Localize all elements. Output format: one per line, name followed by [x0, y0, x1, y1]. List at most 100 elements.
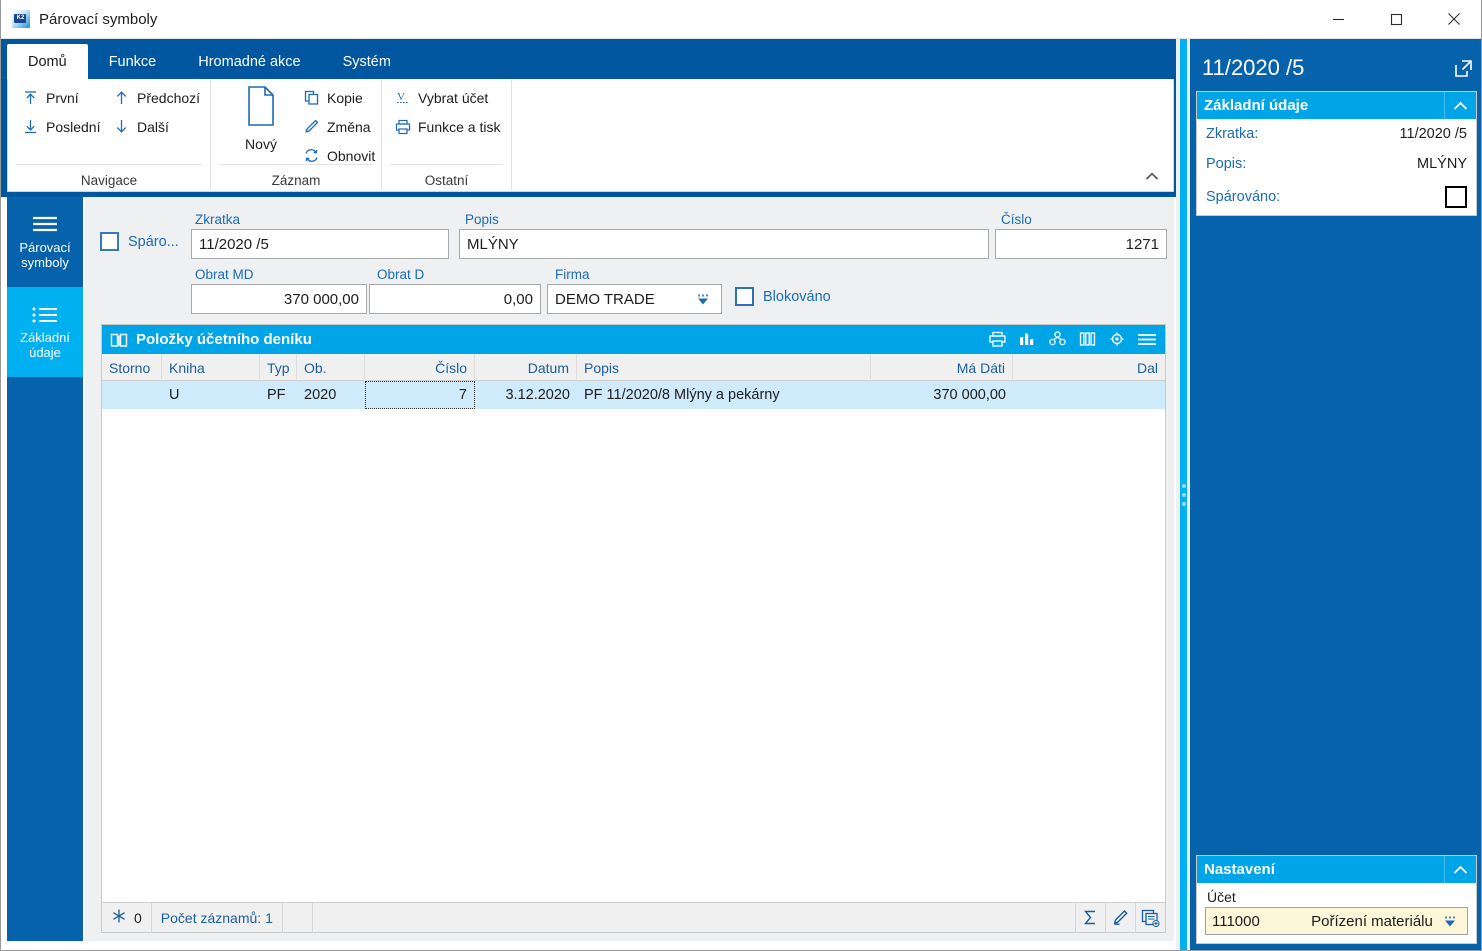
chevron-up-icon[interactable] — [1444, 856, 1476, 883]
detail-panel-title: 11/2020 /5 — [1202, 55, 1305, 80]
matched-checkbox-group[interactable]: Spáro... — [100, 232, 179, 251]
sparovano-checkbox[interactable] — [1445, 186, 1467, 208]
menu-lines-icon[interactable] — [1135, 329, 1159, 351]
column-header-typ[interactable]: Typ — [260, 354, 297, 381]
command-dalsi[interactable]: Další — [113, 118, 169, 135]
cell-ob: 2020 — [304, 387, 337, 403]
input-popis[interactable]: MLÝNY — [459, 229, 989, 259]
app-icon — [12, 10, 30, 28]
list-lines-icon — [30, 214, 60, 236]
input-zkratka[interactable]: 11/2020 /5 — [191, 229, 449, 259]
input-ucet[interactable]: 111000 Pořízení materiálu — [1205, 907, 1468, 935]
open-external-icon[interactable] — [1454, 59, 1473, 78]
group-label-zaznam: Záznam — [271, 173, 321, 188]
input-cislo[interactable]: 1271 — [995, 229, 1167, 259]
card-header[interactable]: Základní údaje — [1197, 92, 1476, 119]
lookup-arrow-icon[interactable] — [1444, 915, 1461, 928]
blocked-label: Blokováno — [763, 288, 831, 305]
grid-header-row: Storno Kniha Typ Ob. Číslo Datum Popis M… — [102, 354, 1165, 381]
command-funkce-a-tisk[interactable]: Funkce a tisk — [394, 118, 500, 135]
ribbon-tabs: Domů Funkce Hromadné akce Systém — [7, 44, 412, 79]
command-novy[interactable]: Nový — [225, 85, 297, 152]
ribbon-group-ostatni: V Vybrat účet Funkce a tisk Ostatní — [382, 79, 512, 190]
card-header[interactable]: Nastavení — [1197, 856, 1476, 883]
record-count: Počet záznamů: 1 — [152, 902, 283, 933]
tab-domu[interactable]: Domů — [7, 44, 88, 79]
column-header-cislo[interactable]: Číslo — [365, 354, 475, 381]
command-label: Předchozí — [137, 89, 201, 106]
pencil-icon — [303, 118, 320, 135]
grid-empty-area — [102, 410, 1165, 902]
snowflake-icon — [111, 908, 127, 927]
sidebar-item-label: Párovací symboly — [19, 240, 71, 270]
column-header-kniha[interactable]: Kniha — [162, 354, 260, 381]
blocked-checkbox-group[interactable]: Blokováno — [735, 287, 831, 306]
lookup-arrow-icon[interactable] — [697, 293, 714, 306]
snowflake-status[interactable]: 0 — [102, 902, 152, 933]
tab-hromadne-akce[interactable]: Hromadné akce — [177, 44, 321, 79]
columns-icon[interactable] — [1075, 329, 1099, 351]
settings-gear-icon[interactable] — [1105, 329, 1129, 351]
group-separator — [219, 164, 373, 165]
tab-funkce[interactable]: Funkce — [88, 44, 178, 79]
cell-cislo[interactable]: 7 — [365, 381, 475, 409]
command-vybrat-ucet[interactable]: V Vybrat účet — [394, 89, 488, 106]
window-title: Párovací symboly — [39, 10, 158, 28]
input-obrat-d[interactable]: 0,00 — [369, 284, 541, 314]
input-firma[interactable]: DEMO TRADE — [547, 284, 722, 314]
form-area: Spáro... Zkratka 11/2020 /5 Popis MLÝNY … — [83, 197, 1174, 941]
column-header-storno[interactable]: Storno — [102, 354, 162, 381]
close-button[interactable] — [1425, 0, 1481, 38]
grid-toolbar — [985, 329, 1165, 351]
minimize-button[interactable] — [1309, 0, 1367, 38]
command-label: Změna — [327, 118, 371, 135]
sidebar-item-zakladni-udaje[interactable]: Základní údaje — [7, 287, 83, 377]
bar-chart-icon[interactable] — [1015, 329, 1039, 351]
card-title: Základní údaje — [1204, 97, 1309, 114]
ucet-name: Pořízení materiálu — [1311, 912, 1433, 930]
printer-icon[interactable] — [985, 329, 1009, 351]
command-label: Nový — [245, 136, 277, 152]
label-cislo: Číslo — [1001, 212, 1032, 227]
column-header-ob[interactable]: Ob. — [297, 354, 365, 381]
column-header-datum[interactable]: Datum — [475, 354, 577, 381]
detail-key: Popis: — [1206, 156, 1247, 172]
ribbon-collapse-button[interactable] — [1141, 166, 1163, 186]
column-header-ma-dati[interactable]: Má Dáti — [871, 354, 1013, 381]
settings-block: Nastavení Účet 111000 Pořízení materiálu — [1196, 855, 1477, 944]
new-record-icon[interactable] — [1135, 902, 1165, 933]
command-prvni[interactable]: První — [22, 89, 79, 106]
command-label: Kopie — [327, 89, 363, 106]
splitter-grip — [1182, 483, 1186, 506]
tab-system[interactable]: Systém — [322, 44, 412, 79]
arrow-up-to-line-icon — [22, 89, 39, 106]
panel-splitter[interactable] — [1176, 39, 1190, 950]
table-row[interactable]: U PF 2020 7 3.12.2020 PF 11/2020/8 Mlýny… — [102, 381, 1165, 409]
command-label: Vybrat účet — [418, 89, 489, 106]
column-header-popis[interactable]: Popis — [577, 354, 871, 381]
chevron-up-icon[interactable] — [1444, 92, 1476, 119]
card-title: Nastavení — [1204, 861, 1275, 878]
blocked-checkbox[interactable] — [735, 287, 754, 306]
printer-icon — [394, 118, 411, 135]
cell-ma-dati: 370 000,00 — [933, 387, 1006, 403]
detail-row-zkratka: Zkratka: 11/2020 /5 — [1197, 119, 1476, 149]
label-zkratka: Zkratka — [195, 212, 241, 227]
command-predchozi[interactable]: Předchozí — [113, 89, 200, 106]
maximize-button[interactable] — [1367, 0, 1425, 38]
pivot-icon[interactable] — [1045, 329, 1069, 351]
label-popis: Popis — [465, 212, 499, 227]
input-obrat-md[interactable]: 370 000,00 — [191, 284, 367, 314]
command-zmena[interactable]: Změna — [303, 118, 371, 135]
select-account-icon: V — [394, 89, 411, 106]
matched-checkbox[interactable] — [100, 232, 119, 251]
sum-sigma-icon[interactable] — [1075, 902, 1105, 933]
command-posledni[interactable]: Poslední — [22, 118, 100, 135]
edit-pencil-icon[interactable] — [1105, 902, 1135, 933]
sidebar-item-parovaci-symboly[interactable]: Párovací symboly — [7, 197, 83, 287]
column-header-dal[interactable]: Dal — [1013, 354, 1165, 381]
command-kopie[interactable]: Kopie — [303, 89, 363, 106]
svg-text:V: V — [397, 91, 405, 103]
command-obnovit[interactable]: Obnovit — [303, 147, 375, 164]
label-ucet: Účet — [1207, 889, 1236, 905]
